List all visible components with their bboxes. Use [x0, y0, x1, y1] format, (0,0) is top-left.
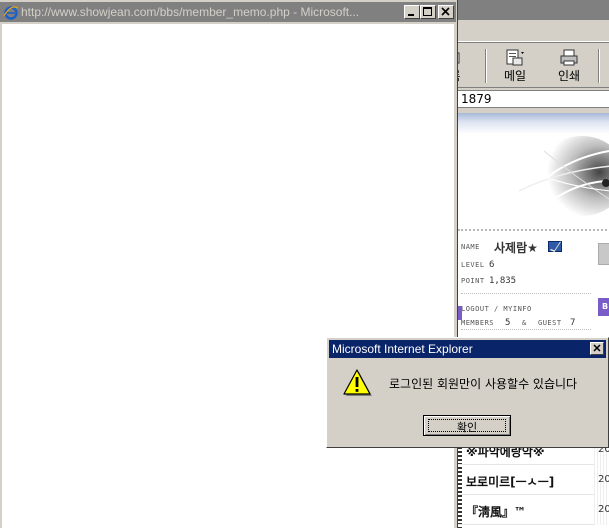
level-key: LEVEL — [461, 261, 485, 269]
background-browser-window: 록 메일 인쇄 1879 — [452, 0, 609, 528]
printer-icon — [560, 49, 578, 66]
members-key: MEMBERS — [461, 319, 495, 327]
member-list: ※파악에랑악※ 20 보로미르[ㅡㅅㅡ] 20 『淸風』™ 20 — [458, 435, 609, 528]
level-value: 6 — [489, 260, 495, 270]
dotted-divider — [461, 293, 591, 294]
dialog-titlebar[interactable]: Microsoft Internet Explorer — [329, 340, 606, 358]
logout-link[interactable]: LOGOUT / MYINFO — [461, 305, 532, 313]
toolbar-separator — [598, 49, 600, 83]
close-button[interactable] — [438, 5, 454, 19]
popup-title: http://www.showjean.com/bbs/member_memo.… — [21, 5, 360, 19]
dialog-close-button[interactable] — [590, 342, 604, 355]
point-value: 1,835 — [489, 276, 517, 286]
dotted-divider — [461, 329, 591, 330]
toolbar-print-label: 인쇄 — [557, 69, 581, 83]
address-field[interactable]: 1879 — [454, 90, 609, 108]
close-icon — [441, 7, 450, 16]
banner-feather-art — [518, 136, 609, 217]
board-badge[interactable]: B — [598, 298, 609, 316]
guest-key: GUEST — [538, 319, 562, 327]
guest-value: 7 — [570, 318, 576, 328]
mail-icon — [506, 49, 524, 66]
list-item-title: 『淸風』™ — [466, 505, 527, 519]
side-button[interactable] — [598, 243, 609, 265]
close-icon — [593, 344, 601, 352]
toolbar-print-button[interactable]: 인쇄 — [548, 47, 590, 85]
list-item-date: 20 — [598, 474, 609, 485]
popup-page-body — [2, 24, 454, 528]
maximize-icon — [423, 7, 432, 16]
list-item-date: 20 — [598, 504, 609, 515]
dialog-message: 로그인된 회원만이 사용할수 있습니다 — [389, 377, 578, 391]
ok-button[interactable]: 확인 — [423, 415, 511, 436]
minimize-icon — [408, 14, 414, 16]
site-banner — [458, 113, 609, 231]
minimize-button[interactable] — [404, 5, 420, 19]
list-item[interactable]: 보로미르[ㅡㅅㅡ] 20 — [458, 465, 609, 495]
background-menubar — [452, 20, 609, 42]
name-key: NAME — [461, 243, 480, 251]
maximize-button[interactable] — [420, 5, 436, 19]
background-titlebar — [452, 0, 609, 20]
badge-edge — [458, 306, 462, 320]
amp-separator: & — [522, 319, 527, 327]
toolbar-mail-button[interactable]: 메일 — [494, 47, 536, 85]
list-item[interactable]: 『淸風』™ 20 — [458, 495, 609, 525]
envelope-icon[interactable] — [548, 241, 562, 252]
background-addressbar: 1879 — [452, 88, 609, 110]
dialog-title: Microsoft Internet Explorer — [332, 342, 473, 356]
background-page-content: NAME 사제람★ LEVEL 6 POINT 1,835 LOGOUT / M… — [458, 113, 609, 528]
ok-button-label: 확인 — [456, 421, 478, 434]
alert-dialog: Microsoft Internet Explorer 로그인된 회원만이 사용… — [326, 337, 609, 448]
ie-logo-icon — [3, 6, 19, 20]
background-toolbar: 록 메일 인쇄 — [452, 42, 609, 88]
list-item-title: 보로미르[ㅡㅅㅡ] — [466, 475, 555, 489]
popup-browser-window: http://www.showjean.com/bbs/member_memo.… — [0, 0, 458, 528]
popup-titlebar[interactable]: http://www.showjean.com/bbs/member_memo.… — [0, 2, 456, 22]
warning-icon — [343, 369, 372, 396]
toolbar-mail-label: 메일 — [503, 69, 527, 83]
point-key: POINT — [461, 277, 485, 285]
banner-divider — [458, 229, 609, 231]
toolbar-separator — [485, 49, 487, 83]
members-value: 5 — [505, 318, 511, 328]
member-name: 사제람★ — [494, 241, 538, 255]
